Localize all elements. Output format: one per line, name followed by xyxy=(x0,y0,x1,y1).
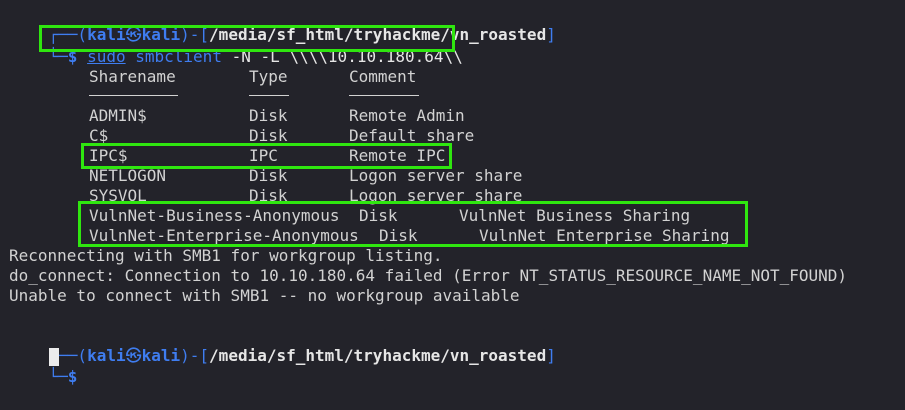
table-row-name: ADMIN$ xyxy=(89,106,147,125)
prompt-at-icon: ㉿ xyxy=(125,346,142,365)
table-row-type: Disk xyxy=(249,166,288,185)
table-row-type: Disk xyxy=(249,186,288,205)
prompt-user: kali xyxy=(87,346,126,365)
table-row-type: Disk xyxy=(249,126,288,145)
table-row-type: Disk xyxy=(359,206,398,225)
prompt-host: kali xyxy=(141,346,181,365)
table-row-comment: Logon server share xyxy=(349,166,523,185)
table-row-comment: VulnNet Enterprise Sharing xyxy=(479,226,730,245)
text-cursor[interactable] xyxy=(49,348,59,366)
terminal-window[interactable]: ┌──(kali㉿kali)-[/media/sf_html/tryhackme… xyxy=(0,0,905,410)
table-row-type: Disk xyxy=(379,226,418,245)
header-type: Type xyxy=(249,67,288,86)
prompt-path: /media/sf_html/tryhackme/vn_roasted xyxy=(209,346,547,365)
output-line: Unable to connect with SMB1 -- no workgr… xyxy=(9,286,520,305)
command-sudo: sudo xyxy=(87,47,126,66)
table-row-name: C$ xyxy=(89,126,109,145)
prompt-path-close: ] xyxy=(546,346,556,365)
prompt-box-bottom: └─ xyxy=(48,47,68,66)
table-row-comment: VulnNet Business Sharing xyxy=(459,206,691,225)
command-smbclient: smbclient xyxy=(135,47,222,66)
table-row-name: NETLOGON xyxy=(89,166,167,185)
command-args: -N -L \\\\10.10.180.64\\ xyxy=(231,47,463,66)
table-row-comment: Remote Admin xyxy=(349,106,465,125)
prompt-top-line: ┌──(kali㉿kali)-[/media/sf_html/tryhackme… xyxy=(10,5,556,44)
prompt-box-bottom: └─ xyxy=(48,367,68,386)
table-row-name: IPC$ xyxy=(89,146,128,165)
prompt-input-line-2[interactable]: └─$ xyxy=(10,347,78,386)
header-comment: Comment xyxy=(349,67,417,86)
prompt-path-close: ] xyxy=(546,25,556,44)
table-row-name: VulnNet-Enterprise-Anonymous xyxy=(89,226,359,245)
prompt-dollar: $ xyxy=(67,367,78,386)
table-row-type: Disk xyxy=(249,106,288,125)
table-row-name: VulnNet-Business-Anonymous xyxy=(89,206,340,225)
header-sharename: Sharename xyxy=(89,67,176,86)
table-row-comment: Logon server share xyxy=(349,186,523,205)
prompt-dollar: $ xyxy=(67,47,78,66)
command-line: └─$ sudo smbclient -N -L \\\\10.10.180.6… xyxy=(10,27,463,66)
header-underline-sharename xyxy=(89,95,178,96)
header-underline-type xyxy=(249,95,289,96)
output-line: Reconnecting with SMB1 for workgroup lis… xyxy=(9,246,443,265)
prompt-top-line-2: ┌──(kali㉿kali)-[/media/sf_html/tryhackme… xyxy=(10,326,556,365)
table-row-name: SYSVOL xyxy=(89,186,147,205)
table-row-type: IPC xyxy=(249,146,278,165)
table-row-comment: Remote IPC xyxy=(349,146,446,165)
header-underline-comment xyxy=(349,95,419,96)
table-row-comment: Default share xyxy=(349,126,475,145)
output-line: do_connect: Connection to 10.10.180.64 f… xyxy=(9,266,848,285)
prompt-path-open: )-[ xyxy=(180,346,210,365)
